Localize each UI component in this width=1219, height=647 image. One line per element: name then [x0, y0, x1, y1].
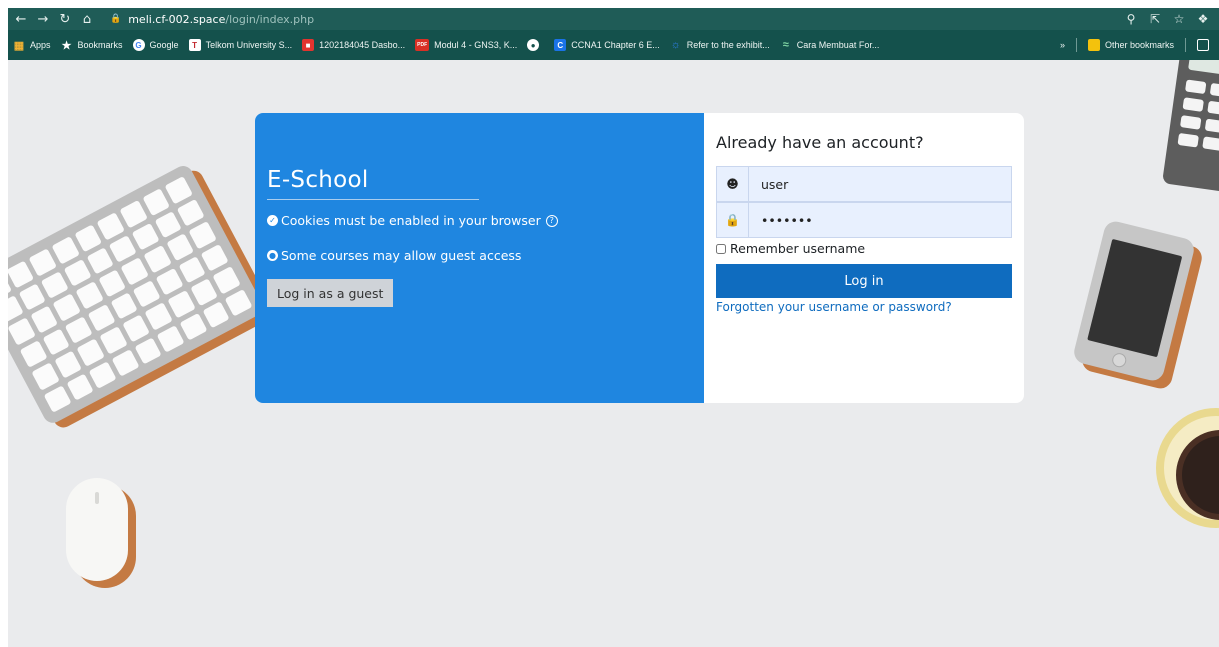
bookmark-label: Telkom University S... [205, 40, 293, 50]
phone-screen [1087, 238, 1183, 358]
bookmark-label: Google [149, 40, 179, 50]
lock-icon: 🔒 [110, 14, 122, 24]
calculator-screen [1188, 60, 1219, 80]
url-path: /login/index.php [225, 12, 315, 26]
help-icon[interactable]: ? [545, 214, 558, 227]
bookmark-label: Apps [30, 40, 51, 50]
account-heading: Already have an account? [716, 133, 924, 152]
bookmark-globe[interactable]: ● [522, 34, 549, 56]
mouse-wheel [95, 492, 99, 504]
apps-grid-icon: ▦ [13, 39, 25, 52]
site-name-divider [267, 199, 479, 200]
cookies-notice-text: Cookies must be enabled in your browser [281, 213, 541, 228]
login-info-panel: E-School ✓ Cookies must be enabled in yo… [255, 113, 704, 403]
mouse-illustration [66, 478, 128, 581]
bookmark-cara[interactable]: ≈ Cara Membuat For... [775, 34, 885, 56]
username-field[interactable]: ☻ [716, 166, 1012, 202]
phone-illustration [1071, 219, 1197, 383]
bookmark-bookmarks[interactable]: ★ Bookmarks [56, 34, 128, 56]
star-icon: ★ [61, 39, 72, 52]
bookmark-star-icon[interactable]: ☆ [1167, 8, 1191, 30]
other-bookmarks-folder[interactable]: Other bookmarks [1083, 34, 1179, 56]
bookmark-label: CCNA1 Chapter 6 E... [571, 40, 660, 50]
bookmark-dasboard[interactable]: ■ 1202184045 Dasbo... [297, 34, 410, 56]
login-form-panel: Already have an account? ☻ 🔒 Remember us… [704, 113, 1024, 403]
address-bar[interactable]: 🔒 meli.cf-002.space/login/index.php [110, 13, 314, 26]
forward-arrow-icon[interactable]: → [32, 8, 54, 30]
coffee [1176, 430, 1219, 520]
page-background: E-School ✓ Cookies must be enabled in yo… [8, 60, 1219, 647]
remember-username-checkbox[interactable] [716, 243, 726, 254]
remember-username[interactable]: Remember username [716, 241, 865, 256]
forgot-password-link[interactable]: Forgotten your username or password? [716, 300, 952, 314]
password-field[interactable]: 🔒 [716, 202, 1012, 238]
google-icon: G [132, 39, 145, 51]
bookmarks-divider [1185, 38, 1186, 52]
reload-icon[interactable]: ↻ [54, 8, 76, 30]
bookmark-telkom[interactable]: T Telkom University S... [184, 34, 298, 56]
browser-toolbar: ← → ↻ ⌂ 🔒 meli.cf-002.space/login/index.… [8, 8, 1219, 30]
bookmark-label: Cara Membuat For... [796, 40, 880, 50]
bookmark-label: 1202184045 Dasbo... [319, 40, 406, 50]
other-bookmarks-label: Other bookmarks [1104, 40, 1174, 50]
folder-icon [1087, 39, 1100, 51]
url-host: meli.cf-002.space [128, 12, 226, 26]
home-icon[interactable]: ⌂ [76, 8, 98, 30]
login-button[interactable]: Log in [716, 264, 1012, 298]
remember-username-label: Remember username [730, 241, 866, 256]
key-icon[interactable]: ⚲ [1119, 8, 1143, 30]
login-card: E-School ✓ Cookies must be enabled in yo… [255, 113, 1024, 403]
ccna-icon: C [554, 39, 567, 51]
phone-home-button [1110, 351, 1128, 369]
calculator-illustration [1162, 60, 1219, 196]
quiz-icon: ☼ [670, 39, 681, 51]
guest-notice: ● Some courses may allow guest access [267, 248, 521, 263]
more-bookmarks-chevron: » [1059, 40, 1065, 50]
telkom-icon: T [188, 39, 201, 51]
globe-icon: ● [527, 39, 540, 51]
share-icon[interactable]: ⇱ [1143, 8, 1167, 30]
lock-icon: 🔒 [717, 203, 749, 237]
bookmark-exhibit[interactable]: ☼ Refer to the exhibit... [665, 34, 775, 56]
user-circle-icon: ● [267, 250, 278, 261]
bookmark-ccna[interactable]: C CCNA1 Chapter 6 E... [549, 34, 665, 56]
cookies-notice: ✓ Cookies must be enabled in your browse… [267, 213, 558, 228]
bookmark-modul4[interactable]: PDF Modul 4 - GNS3, K... [410, 34, 522, 56]
bookmark-google[interactable]: G Google [128, 34, 184, 56]
username-input[interactable] [749, 167, 1011, 201]
wave-icon: ≈ [782, 39, 789, 51]
bookmarks-divider [1075, 38, 1077, 52]
more-bookmarks-button[interactable]: » [1055, 34, 1070, 56]
password-input[interactable] [749, 203, 1011, 237]
pdf-icon: PDF [415, 39, 430, 51]
reading-list-icon [1197, 39, 1209, 51]
user-icon: ☻ [717, 167, 749, 201]
dasboard-icon: ■ [302, 39, 315, 51]
back-arrow-icon[interactable]: ← [10, 8, 32, 30]
coffee-cup-illustration [1156, 408, 1219, 528]
site-name: E-School [267, 167, 369, 193]
guest-notice-text: Some courses may allow guest access [281, 248, 522, 263]
reading-list-button[interactable] [1192, 34, 1219, 56]
bookmarks-bar: ▦ Apps ★ Bookmarks G Google T Telkom Uni… [8, 30, 1219, 60]
bookmark-apps[interactable]: ▦ Apps [8, 34, 56, 56]
guest-login-button[interactable]: Log in as a guest [267, 279, 394, 307]
keyboard-illustration [8, 162, 277, 431]
bookmark-label: Bookmarks [77, 40, 123, 50]
extension-pin-icon[interactable]: ❖ [1191, 8, 1215, 30]
check-circle-icon: ✓ [267, 215, 278, 226]
bookmark-label: Refer to the exhibit... [686, 40, 770, 50]
bookmark-label: Modul 4 - GNS3, K... [434, 40, 518, 50]
